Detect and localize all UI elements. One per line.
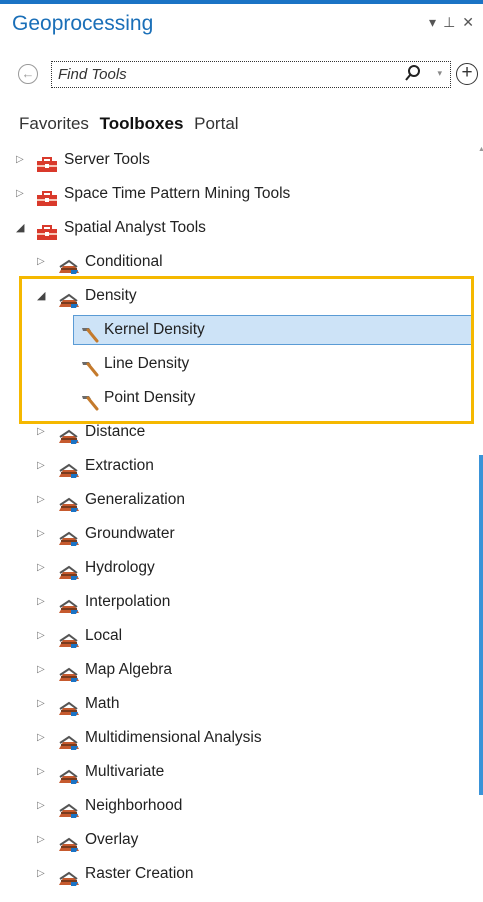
toolbox-tree: ▷ Server Tools ▷ Space Time Pattern Mining … <box>0 143 478 891</box>
back-arrow-icon: ← <box>21 66 35 81</box>
tree-item-distance[interactable]: ▷ Distance <box>0 415 478 449</box>
pane-top-border <box>0 0 483 4</box>
tree-item-math[interactable]: ▷ Math <box>0 687 478 721</box>
tree-item-groundwater[interactable]: ▷ Groundwater <box>0 517 478 551</box>
back-button[interactable]: ← <box>18 64 38 84</box>
expand-arrow-icon[interactable]: ▷ <box>37 483 45 517</box>
plus-icon: + <box>461 62 473 83</box>
tree-item-label: Space Time Pattern Mining Tools <box>64 185 291 202</box>
tree-item-overlay[interactable]: ▷ Overlay <box>0 823 478 857</box>
tree-item-local[interactable]: ▷ Local <box>0 619 478 653</box>
tree-item-label: Neighborhood <box>85 797 183 814</box>
tree-item-line-density[interactable]: Line Density <box>0 347 478 381</box>
tree-item-multivariate[interactable]: ▷ Multivariate <box>0 755 478 789</box>
tree-item-label: Raster Creation <box>85 865 194 882</box>
tree-item-label: Distance <box>85 423 146 440</box>
expand-arrow-icon[interactable]: ▷ <box>37 823 45 857</box>
search-icon[interactable] <box>404 64 422 84</box>
expand-arrow-icon[interactable]: ▷ <box>37 449 45 483</box>
tree-item-neighborhood[interactable]: ▷ Neighborhood <box>0 789 478 823</box>
tab-favorites[interactable]: Favorites <box>19 114 89 133</box>
tree-item-server-tools[interactable]: ▷ Server Tools <box>0 143 478 177</box>
tree-item-label: Spatial Analyst Tools <box>64 219 206 236</box>
tree-item-conditional[interactable]: ▷ Conditional <box>0 245 478 279</box>
tree-item-kernel-density[interactable]: Kernel Density <box>0 313 478 347</box>
tree-item-space-time-pattern-mining-tools[interactable]: ▷ Space Time Pattern Mining Tools <box>0 177 478 211</box>
tree-item-label: Hydrology <box>85 559 155 576</box>
search-options-chevron-icon[interactable]: ▾ <box>437 68 442 79</box>
tree-item-generalization[interactable]: ▷ Generalization <box>0 483 478 517</box>
tree-item-label: Conditional <box>85 253 163 270</box>
expand-arrow-icon[interactable]: ▷ <box>37 721 45 755</box>
close-icon[interactable]: ✕ <box>462 14 477 31</box>
tree-item-hydrology[interactable]: ▷ Hydrology <box>0 551 478 585</box>
scroll-up-icon[interactable]: ▲ <box>478 146 483 153</box>
toolset-icon <box>57 866 81 900</box>
pin-icon[interactable]: ⊥ <box>443 14 458 31</box>
tree-item-map-algebra[interactable]: ▷ Map Algebra <box>0 653 478 687</box>
collapse-arrow-icon[interactable]: ◢ <box>37 279 45 313</box>
tree-item-label: Line Density <box>104 355 190 372</box>
expand-arrow-icon[interactable]: ▷ <box>37 585 45 619</box>
tree-item-label: Multivariate <box>85 763 165 780</box>
expand-arrow-icon[interactable]: ▷ <box>37 245 45 279</box>
expand-arrow-icon[interactable]: ▷ <box>37 415 45 449</box>
search-box[interactable]: ▾ <box>51 61 451 88</box>
tree-item-extraction[interactable]: ▷ Extraction <box>0 449 478 483</box>
pane-title: Geoprocessing <box>12 12 154 35</box>
tree-item-label: Extraction <box>85 457 154 474</box>
expand-arrow-icon[interactable]: ▷ <box>37 687 45 721</box>
tab-bar: Favorites Toolboxes Portal <box>19 114 245 134</box>
expand-arrow-icon[interactable]: ▷ <box>37 619 45 653</box>
expand-arrow-icon[interactable]: ▷ <box>37 517 45 551</box>
tree-item-label: Multidimensional Analysis <box>85 729 262 746</box>
tree-item-label: Groundwater <box>85 525 175 542</box>
tree-item-spatial-analyst-tools[interactable]: ◢ Spatial Analyst Tools <box>0 211 478 245</box>
tree-item-point-density[interactable]: Point Density <box>0 381 478 415</box>
pane-controls: ▾ ⊥ ✕ <box>425 14 477 31</box>
tree-item-interpolation[interactable]: ▷ Interpolation <box>0 585 478 619</box>
collapse-arrow-icon[interactable]: ◢ <box>16 211 24 245</box>
tree-item-label: Map Algebra <box>85 661 173 678</box>
expand-arrow-icon[interactable]: ▷ <box>37 789 45 823</box>
tree-item-label: Overlay <box>85 831 139 848</box>
tab-toolboxes[interactable]: Toolboxes <box>100 114 184 133</box>
tab-portal[interactable]: Portal <box>194 114 238 133</box>
expand-arrow-icon[interactable]: ▷ <box>16 143 24 177</box>
add-toolbox-button[interactable]: + <box>456 63 478 85</box>
tree-item-label: Math <box>85 695 120 712</box>
tree-item-label: Kernel Density <box>104 321 205 338</box>
tree-item-label: Interpolation <box>85 593 171 610</box>
pane-options-icon[interactable]: ▾ <box>429 14 439 31</box>
tree-item-multidimensional-analysis[interactable]: ▷ Multidimensional Analysis <box>0 721 478 755</box>
tree-item-label: Point Density <box>104 389 196 406</box>
expand-arrow-icon[interactable]: ▷ <box>37 551 45 585</box>
expand-arrow-icon[interactable]: ▷ <box>37 653 45 687</box>
expand-arrow-icon[interactable]: ▷ <box>37 755 45 789</box>
tree-item-raster-creation[interactable]: ▷ Raster Creation <box>0 857 478 891</box>
tree-item-label: Server Tools <box>64 151 150 168</box>
tree-item-label: Density <box>85 287 137 304</box>
search-input[interactable] <box>58 65 358 84</box>
expand-arrow-icon[interactable]: ▷ <box>37 857 45 891</box>
tree-item-label: Local <box>85 627 123 644</box>
tree-item-density[interactable]: ◢ Density <box>0 279 478 313</box>
scroll-thumb[interactable] <box>479 455 483 795</box>
tree-item-label: Generalization <box>85 491 185 508</box>
expand-arrow-icon[interactable]: ▷ <box>16 177 24 211</box>
